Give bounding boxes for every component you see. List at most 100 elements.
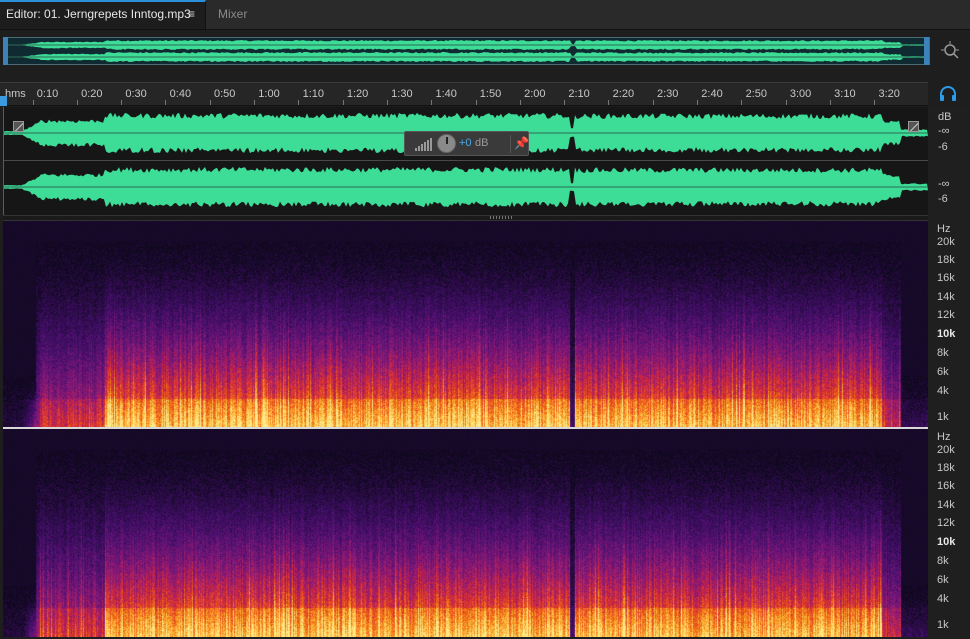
ruler-tick <box>741 100 743 105</box>
hz-scale-unit: Hz <box>937 223 951 235</box>
hz-scale-label: 10k <box>937 328 956 340</box>
channel-divider <box>3 160 928 161</box>
hz-scale-label: 6k <box>937 574 949 586</box>
ruler-tick-label: 1:10 <box>302 88 325 100</box>
hz-scale-label: 8k <box>937 555 949 567</box>
zoom-navigator-icon[interactable] <box>938 37 964 65</box>
playhead-line <box>3 107 4 215</box>
tab-mixer-label: Mixer <box>218 7 248 21</box>
ruler-tick <box>76 100 78 105</box>
tab-editor-label: Editor: 01. Jerngrepets Inntog.mp3 <box>6 7 191 21</box>
ruler-tick <box>209 100 211 105</box>
ruler-tick <box>829 100 831 105</box>
pin-icon[interactable]: 📌 <box>514 136 529 150</box>
headphones-monitor-icon[interactable] <box>938 85 958 103</box>
ruler-tick <box>32 100 34 105</box>
hz-scale-label: 4k <box>937 385 949 397</box>
hz-scale-label: 8k <box>937 347 949 359</box>
ruler-tick <box>475 100 477 105</box>
ruler-tick-label: 2:30 <box>656 88 679 100</box>
editor-tab-bar: Editor: 01. Jerngrepets Inntog.mp3 ≡ Mix… <box>0 0 970 30</box>
tab-menu-icon[interactable]: ≡ <box>188 2 195 27</box>
overview-waveform <box>4 40 929 62</box>
ruler-tick-label: 2:50 <box>745 88 768 100</box>
spectrogram-channel-2[interactable] <box>3 429 928 637</box>
ruler-tick-label: 1:30 <box>391 88 413 100</box>
db-scale-label: -6 <box>938 141 948 153</box>
ruler-tick <box>652 100 654 105</box>
ruler-tick <box>608 100 610 105</box>
ruler-tick-label: 2:20 <box>612 88 635 100</box>
ruler-tick <box>564 100 566 105</box>
ruler-tick-label: 2:00 <box>524 88 546 100</box>
hud-volume-value[interactable]: +0 <box>459 137 472 149</box>
ruler-tick <box>298 100 300 105</box>
ruler-tick <box>785 100 787 105</box>
ruler-tick-label: 0:10 <box>36 88 59 100</box>
hz-scale-label: 12k <box>937 309 955 321</box>
volume-hud[interactable]: +0 dB 📌 <box>404 131 529 156</box>
ruler-tick-label: 0:40 <box>169 88 192 100</box>
splitter-grip-icon[interactable] <box>490 216 514 219</box>
hz-scale-label: 14k <box>937 499 955 511</box>
spectrogram-canvas <box>3 429 928 637</box>
ruler-tick-label: 3:10 <box>834 88 856 100</box>
hz-scale-label: 4k <box>937 593 949 605</box>
hud-volume-unit: dB <box>475 137 489 149</box>
ruler-tick <box>697 100 698 105</box>
ruler-tick-label: 3:20 <box>878 88 900 100</box>
ruler-tick-label: 1:20 <box>346 88 369 100</box>
hz-scale-label: 1k <box>937 411 949 423</box>
hz-scale-label: 18k <box>937 462 955 474</box>
waveform-view[interactable] <box>3 107 928 215</box>
hz-scale-label: 16k <box>937 272 955 284</box>
level-bars-icon <box>415 138 432 151</box>
ruler-tick-label: 1:00 <box>258 88 280 100</box>
ruler-tick-label: 1:50 <box>479 88 502 100</box>
hz-scale-label: 18k <box>937 254 955 266</box>
ruler-tick-label: 0:50 <box>213 88 236 100</box>
playhead-handle[interactable] <box>0 96 7 106</box>
ruler-tick <box>165 100 167 105</box>
ruler-tick <box>874 100 876 105</box>
overview-right-handle[interactable] <box>924 37 929 65</box>
hz-scale-unit: Hz <box>937 431 951 443</box>
ruler-tick <box>386 100 388 105</box>
hz-scale-label: 10k <box>937 536 956 548</box>
ruler-tick-label: 0:30 <box>125 88 147 100</box>
hz-scale-label: 14k <box>937 291 955 303</box>
ruler-units-label: hms <box>5 88 26 100</box>
hz-scale-label: 20k <box>937 236 955 248</box>
tab-mixer[interactable]: Mixer <box>206 0 268 29</box>
ruler-tick-label: 1:40 <box>435 88 457 100</box>
hz-scale-label: 6k <box>937 366 949 378</box>
time-ruler[interactable]: hms 0:10 0:20 0:30 0:40 0:50 1:00 1:10 1:20 1:30… <box>0 82 928 106</box>
volume-knob-icon[interactable] <box>437 134 456 153</box>
ruler-tick-label: 2:10 <box>568 88 590 100</box>
ruler-tick <box>519 100 521 105</box>
ruler-tick-label: 0:20 <box>81 88 103 100</box>
hz-scale-label: 16k <box>937 480 955 492</box>
db-scale-unit: dB <box>938 111 952 123</box>
hud-separator <box>510 135 511 153</box>
waveform-channels <box>3 112 928 208</box>
fade-out-handle[interactable] <box>908 121 919 132</box>
hz-scale-label: 12k <box>937 517 955 529</box>
ruler-tick-label: 3:00 <box>789 88 812 100</box>
overview-navigator[interactable] <box>3 37 930 65</box>
hz-scale-label: 1k <box>937 619 949 631</box>
spectrogram-channel-1[interactable] <box>3 221 928 427</box>
ruler-tick <box>121 100 123 105</box>
ruler-tick <box>254 100 255 105</box>
tab-editor[interactable]: Editor: 01. Jerngrepets Inntog.mp3 ≡ <box>0 0 206 29</box>
db-scale-label: -∞ <box>938 125 950 137</box>
ruler-tick-label: 2:40 <box>701 88 723 100</box>
overview-left-handle[interactable] <box>3 37 8 65</box>
fade-in-handle[interactable] <box>13 121 24 132</box>
db-scale-label: -∞ <box>938 178 950 190</box>
ruler-tick <box>342 100 344 105</box>
hz-scale-label: 20k <box>937 444 955 456</box>
ruler-tick <box>431 100 433 105</box>
db-scale-label: -6 <box>938 193 948 205</box>
spectrogram-canvas <box>3 221 928 427</box>
